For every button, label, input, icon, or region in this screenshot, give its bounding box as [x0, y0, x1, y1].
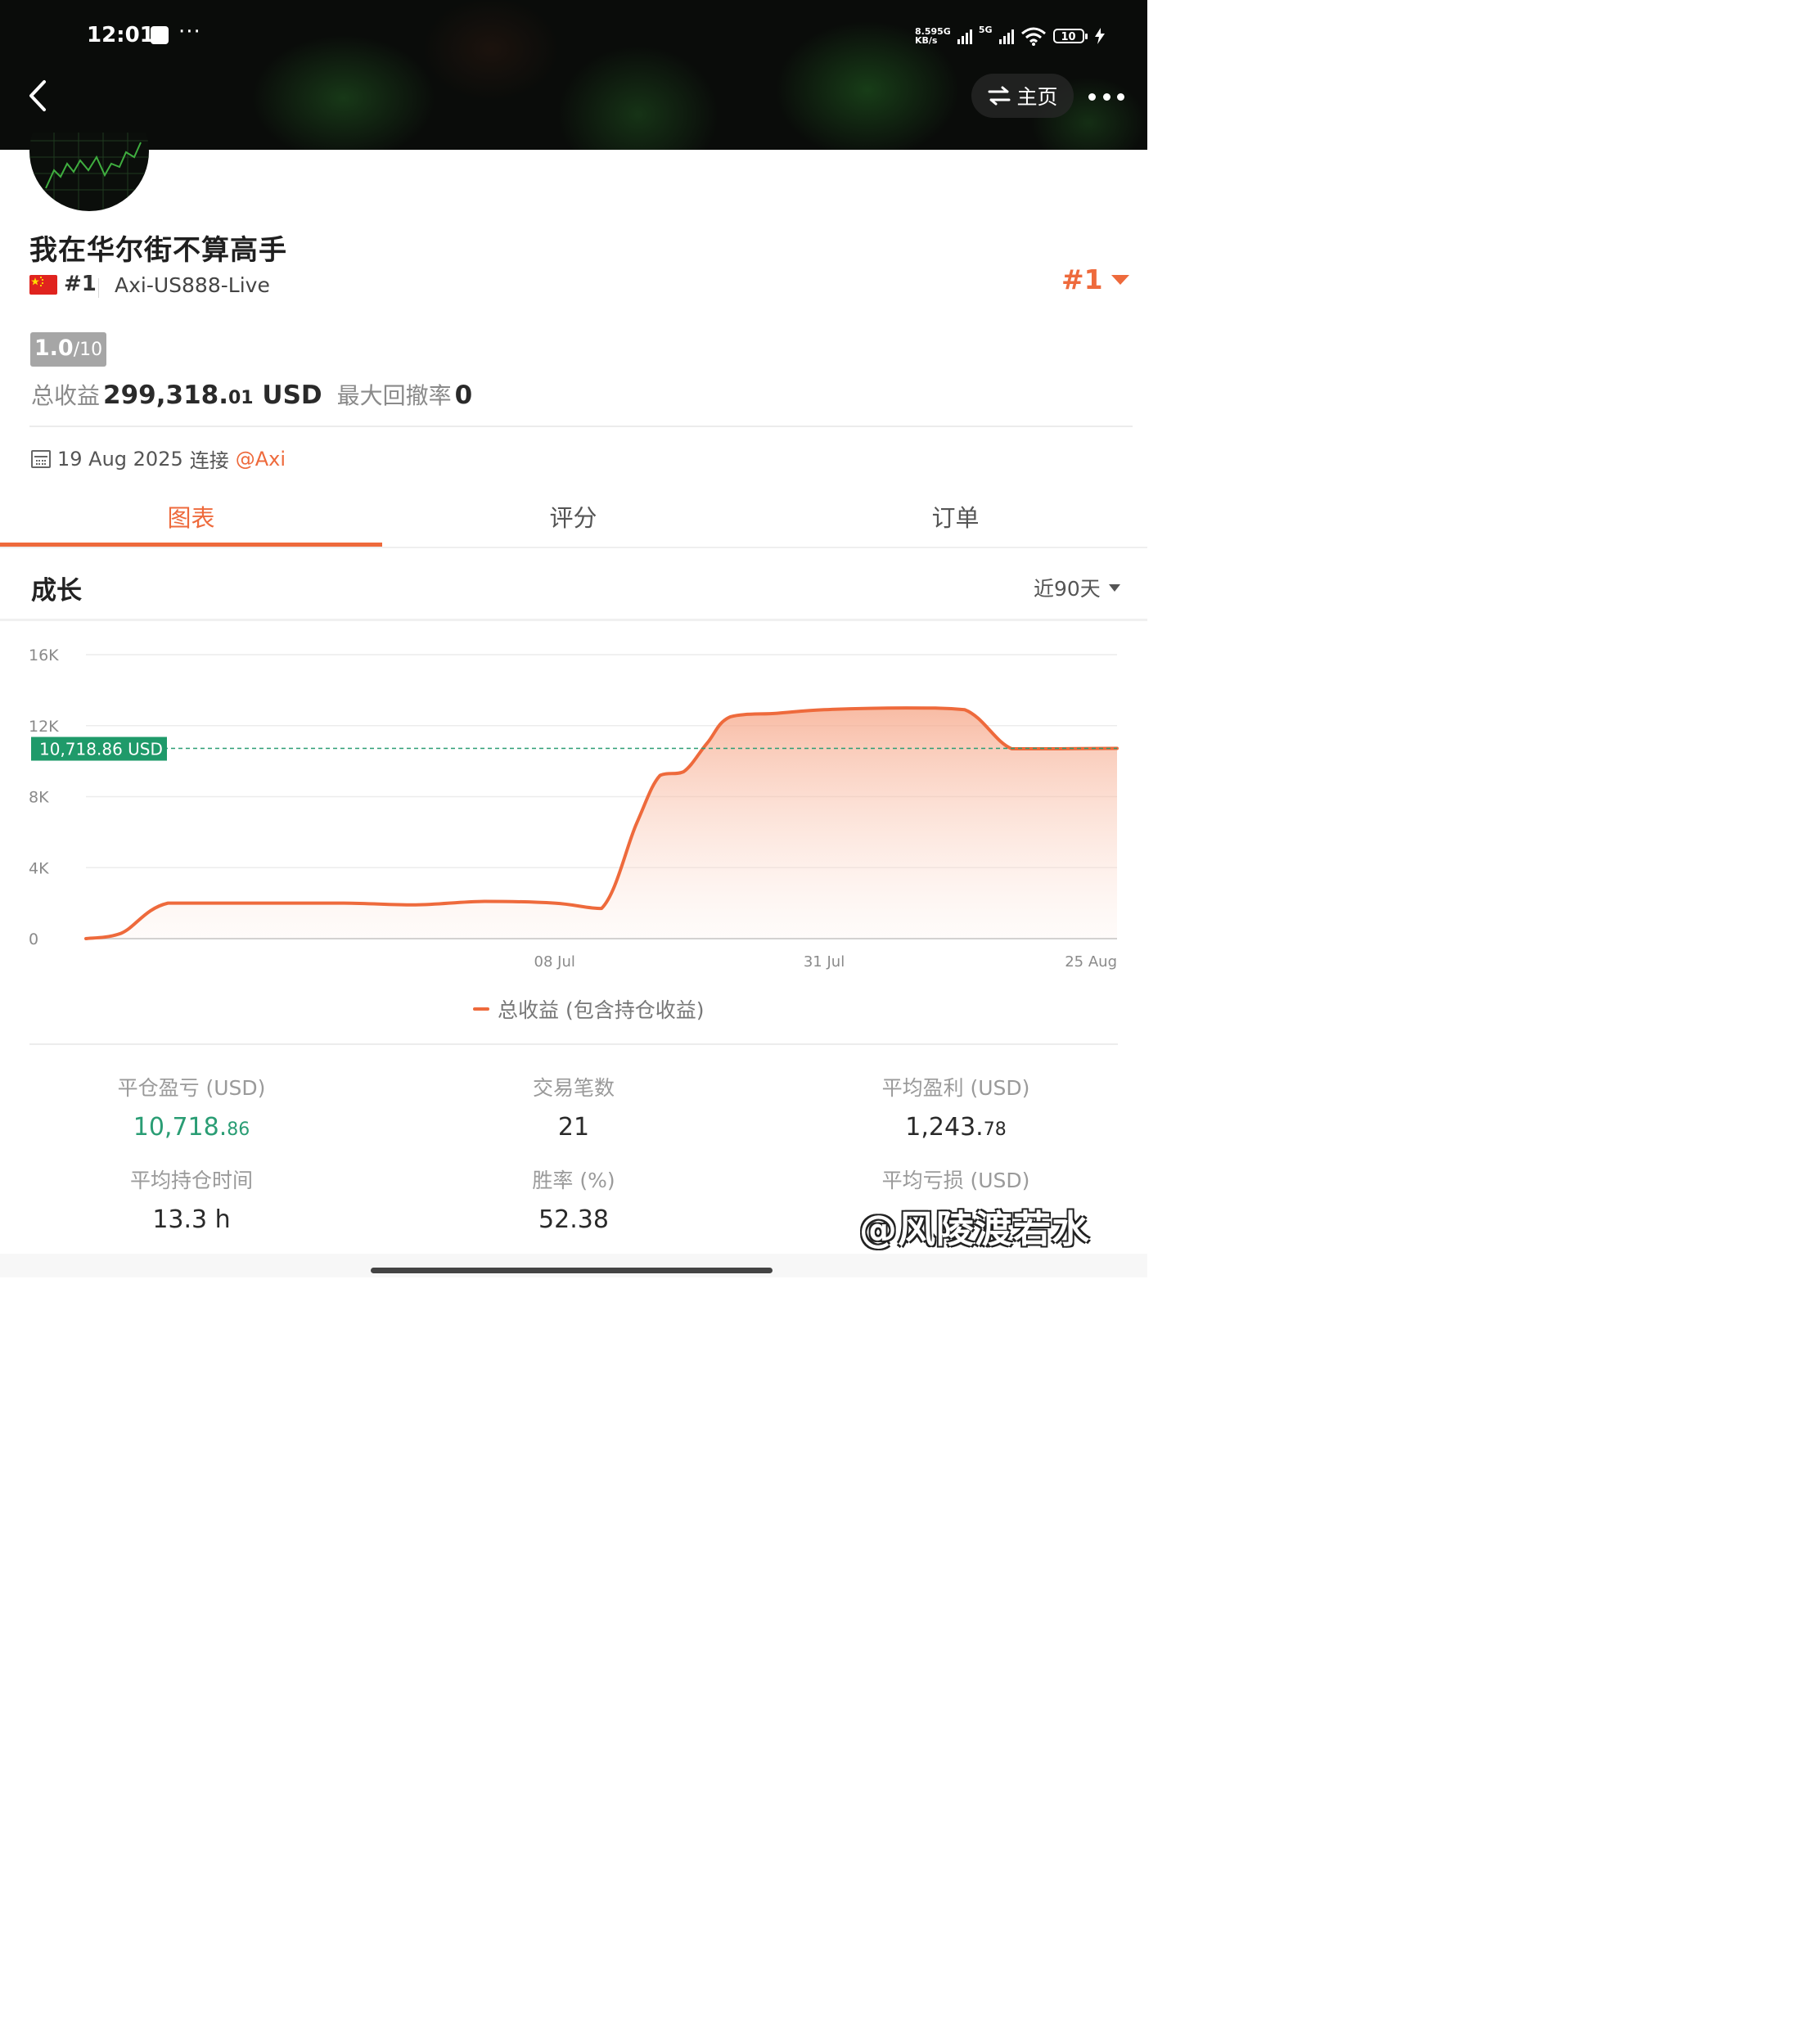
period-dropdown[interactable]: 近90天: [1034, 573, 1120, 602]
stat-label: 平均持仓时间: [129, 1169, 253, 1192]
trader-name: 我在华尔街不算高手: [29, 234, 287, 267]
stat-trade-count: 交易笔数 21: [410, 1072, 737, 1142]
stat-closed-pnl: 平仓盈亏 (USD) 10,718.86: [28, 1072, 355, 1142]
stat-label: 交易笔数: [532, 1076, 615, 1100]
max-drawdown-value: 0: [454, 381, 473, 410]
caret-down-icon: [1108, 583, 1120, 592]
status-time: 12:01: [87, 23, 155, 47]
server-name: Axi-US888-Live: [115, 273, 270, 297]
y-tick-label: 8K: [29, 789, 49, 807]
stat-value: 1,243.78: [905, 1113, 1007, 1142]
tab-rating[interactable]: 评分: [382, 483, 764, 548]
legend-swatch: [473, 1007, 489, 1011]
tab-orders[interactable]: 订单: [764, 483, 1147, 548]
signal-icon: [998, 28, 1014, 44]
x-tick-label: 25 Aug: [1065, 953, 1117, 971]
period-label: 近90天: [1034, 577, 1101, 601]
wifi-icon: [1020, 27, 1046, 46]
switch-icon: [988, 86, 1011, 106]
max-drawdown-label: 最大回撤率: [336, 382, 452, 409]
more-options-icon[interactable]: [1088, 82, 1124, 111]
home-label: 主页: [1016, 85, 1058, 109]
china-flag-icon: [29, 275, 57, 295]
home-button[interactable]: 主页: [971, 74, 1074, 118]
stat-value: 13.3 h: [152, 1205, 231, 1234]
signal-icon: [957, 28, 972, 44]
legend-label: 总收益 (包含持仓收益): [498, 998, 705, 1022]
home-indicator[interactable]: [371, 1268, 773, 1273]
profile-header-banner: [0, 0, 1147, 150]
total-profit-label: 总收益: [31, 382, 101, 409]
section-title: 成长: [31, 576, 82, 606]
tab-chart[interactable]: 图表: [0, 483, 382, 548]
active-tab-indicator: [0, 543, 382, 547]
charging-icon: [1094, 28, 1105, 44]
status-bar-right: 8.595G KB/s 5G 10: [915, 25, 1106, 47]
y-tick-label: 4K: [29, 859, 49, 877]
notification-icon: [151, 26, 169, 44]
rank-dropdown[interactable]: #1: [1061, 264, 1129, 295]
bottom-strip: [0, 1254, 1147, 1277]
current-value-label: 10,718.86 USD: [39, 740, 163, 759]
x-tick-label: 08 Jul: [534, 953, 575, 971]
y-tick-label: 16K: [29, 646, 59, 664]
calendar-icon: [31, 449, 51, 468]
divider: [29, 426, 1133, 427]
divider: [0, 547, 1147, 548]
country-rank: #1: [64, 272, 97, 296]
y-tick-label: 0: [29, 930, 38, 948]
stat-win-rate: 胜率 (%) 52.38: [410, 1164, 737, 1234]
divider: [29, 1043, 1118, 1045]
back-icon[interactable]: [25, 77, 57, 115]
x-tick-label: 31 Jul: [804, 953, 845, 971]
connect-label: 连接: [189, 449, 229, 472]
stat-label: 平均亏损 (USD): [881, 1169, 1030, 1192]
score-badge: 1.0/10: [30, 332, 106, 367]
broker-link[interactable]: @Axi: [236, 448, 286, 471]
stat-value: 21: [557, 1113, 590, 1142]
y-tick-label: 12K: [29, 718, 59, 736]
rank-value: #1: [1061, 264, 1103, 295]
divider: [0, 619, 1147, 621]
stat-label: 平均盈利 (USD): [881, 1076, 1030, 1100]
stat-avg-profit: 平均盈利 (USD) 1,243.78: [792, 1072, 1119, 1142]
stat-value: 10,718.86: [133, 1113, 250, 1142]
connect-date: 19 Aug 2025: [57, 447, 183, 471]
tab-bar: 图表 评分 订单: [0, 483, 1147, 548]
network-type: 5G: [978, 25, 993, 35]
battery-icon: 10: [1052, 29, 1088, 43]
divider: [98, 278, 99, 298]
chart-legend: 总收益 (包含持仓收益): [473, 994, 704, 1024]
more-notifications-icon: ···: [178, 20, 201, 44]
growth-chart: 0 4K 8K 12K 16K 10,718.86 USD 08 Jul 31 Jul 25…: [29, 646, 1119, 971]
stat-avg-holding-time: 平均持仓时间 13.3 h: [28, 1164, 355, 1234]
watermark: @风陵渡若水: [859, 1207, 1090, 1251]
stat-value: 52.38: [538, 1205, 609, 1234]
network-speed: 8.595G KB/s: [915, 26, 951, 46]
profit-summary: 总收益 299,318. 01 USD 最大回撤率 0: [31, 378, 472, 411]
stat-label: 平仓盈亏 (USD): [117, 1076, 266, 1100]
connection-info: 19 Aug 2025 连接 @Axi: [31, 444, 286, 473]
stat-label: 胜率 (%): [532, 1169, 615, 1192]
caret-down-icon: [1110, 274, 1129, 285]
total-profit-value: 299,318.: [103, 381, 228, 410]
